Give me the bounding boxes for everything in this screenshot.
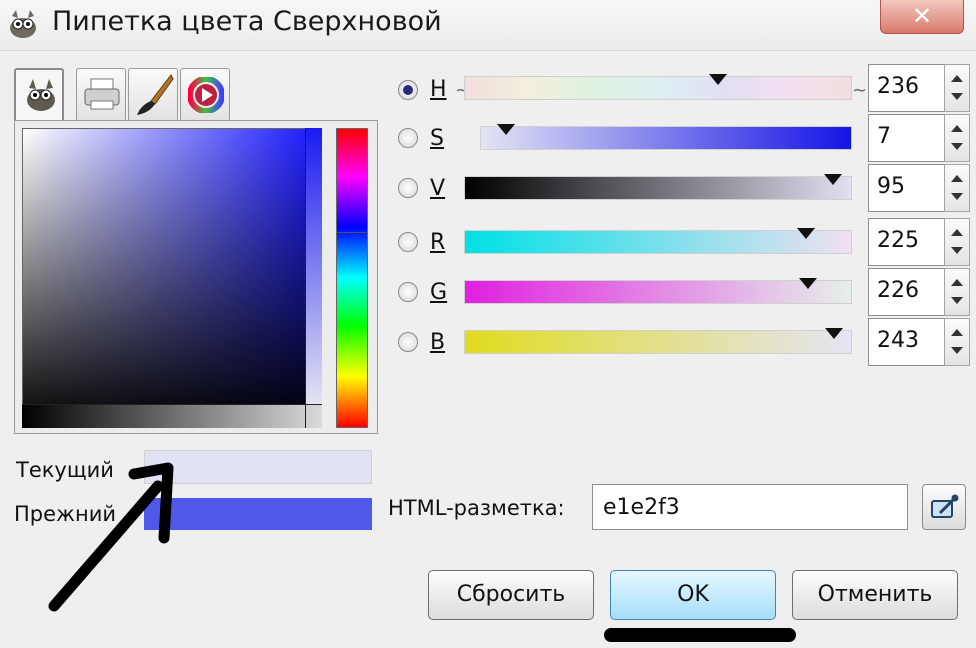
slider-h[interactable]	[464, 76, 852, 100]
radio-v[interactable]	[398, 178, 418, 198]
ok-button[interactable]: OK	[610, 570, 776, 620]
spin-s-value: 7	[877, 124, 891, 149]
spin-b-buttons[interactable]	[944, 318, 970, 366]
label-h: H	[430, 77, 447, 102]
slider-v-marker	[823, 174, 842, 185]
tab-gimp-selector[interactable]	[14, 68, 64, 123]
spin-v[interactable]: 95	[868, 164, 946, 212]
saturation-value-square[interactable]	[22, 128, 322, 428]
radio-b[interactable]	[398, 332, 418, 352]
hue-strip[interactable]	[336, 128, 368, 428]
reset-button[interactable]: Сбросить	[428, 570, 594, 620]
spin-h[interactable]: 236	[868, 64, 946, 112]
close-icon: ✕	[911, 2, 933, 30]
spin-r[interactable]: 225	[868, 218, 946, 266]
label-v: V	[430, 176, 446, 201]
saturation-value-right-strip	[306, 128, 322, 404]
spin-h-value: 236	[877, 74, 919, 99]
spin-v-value: 95	[877, 174, 905, 199]
cancel-button[interactable]: Отменить	[792, 570, 958, 620]
close-window-button[interactable]: ✕	[880, 0, 964, 34]
slider-v[interactable]	[464, 176, 852, 200]
html-notation-label: HTML-разметка:	[388, 496, 565, 520]
slider-s-marker	[497, 124, 516, 135]
slider-s[interactable]	[480, 126, 852, 150]
saturation-value-bottom-strip	[22, 404, 322, 428]
spin-b-value: 243	[877, 328, 919, 353]
label-r: R	[430, 230, 446, 255]
spin-s[interactable]: 7	[868, 114, 946, 162]
slider-r[interactable]	[464, 230, 852, 254]
paintbrush-icon	[137, 74, 174, 115]
spin-g-value: 226	[877, 278, 919, 303]
color-picker-button[interactable]	[922, 484, 966, 530]
spin-g-buttons[interactable]	[944, 268, 970, 316]
slider-r-marker	[797, 228, 816, 239]
label-g: G	[430, 280, 448, 305]
crosshair-horizontal	[22, 404, 322, 405]
slider-b[interactable]	[464, 330, 852, 354]
radio-g[interactable]	[398, 282, 418, 302]
spin-r-value: 225	[877, 228, 919, 253]
hand-drawn-arrow	[48, 462, 174, 612]
color-wheel-icon	[188, 77, 224, 113]
tab-printer-selector[interactable]	[76, 68, 126, 120]
label-s: S	[430, 126, 444, 151]
spin-s-buttons[interactable]	[944, 114, 970, 162]
slider-right-tilde: ~	[852, 80, 868, 101]
eyedropper-icon	[931, 494, 959, 518]
html-notation-value: e1e2f3	[603, 495, 680, 520]
slider-g-marker	[798, 278, 817, 289]
radio-r[interactable]	[398, 232, 418, 252]
gimp-app-icon	[10, 10, 36, 38]
spin-g[interactable]: 226	[868, 268, 946, 316]
spin-b[interactable]: 243	[868, 318, 946, 366]
hue-marker	[336, 232, 368, 233]
slider-g[interactable]	[464, 280, 852, 304]
slider-h-marker	[709, 74, 728, 85]
html-notation-input[interactable]: e1e2f3	[592, 484, 908, 530]
radio-h[interactable]	[398, 80, 418, 100]
hand-drawn-underline	[604, 628, 796, 642]
gimp-wilber-icon	[27, 79, 55, 111]
spin-r-buttons[interactable]	[944, 218, 970, 266]
spin-v-buttons[interactable]	[944, 164, 970, 212]
label-b: B	[430, 330, 446, 355]
spin-h-buttons[interactable]	[944, 64, 970, 112]
crosshair-vertical	[305, 128, 306, 428]
printer-icon	[84, 78, 120, 110]
window-title: Пипетка цвета Сверхновой	[52, 6, 442, 37]
slider-b-marker	[824, 328, 843, 339]
tab-paintbrush-selector[interactable]	[128, 68, 178, 120]
radio-s[interactable]	[398, 128, 418, 148]
tab-color-wheel-selector[interactable]	[180, 68, 230, 120]
